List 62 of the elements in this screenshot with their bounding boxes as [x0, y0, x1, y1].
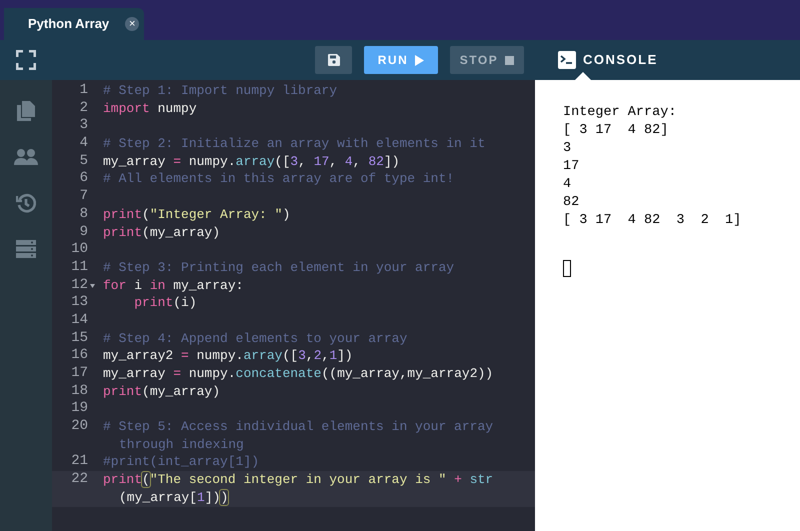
line-number: 22	[71, 471, 88, 488]
console-output-line: 82	[563, 194, 580, 212]
line-number: 6	[80, 170, 88, 186]
line-number: 2	[80, 100, 88, 116]
code-line: my_array = numpy.concatenate((my_array,my_array2))	[103, 365, 494, 383]
code-line: print("The second integer in your array is " + str	[103, 471, 494, 489]
stop-icon	[505, 56, 514, 64]
line-number: 4	[80, 135, 88, 152]
line-number: 16	[71, 347, 88, 364]
line-number: 20	[71, 418, 88, 434]
console-output-line: [ 3 17 4 82]	[563, 122, 670, 140]
line-number: 1	[80, 82, 88, 98]
code-line: # Step 4: Append elements to your array	[103, 330, 408, 348]
code-line: # Step 5: Access individual elements in your array	[103, 418, 494, 436]
terminal-icon	[558, 51, 576, 69]
line-number: 8	[80, 206, 88, 222]
documents-icon[interactable]	[17, 101, 35, 121]
code-line: print(my_array)	[103, 224, 220, 242]
close-tab-button[interactable]: ×	[125, 17, 140, 31]
line-number: 17	[71, 365, 88, 381]
code-line: import numpy	[103, 100, 197, 118]
fold-caret-icon[interactable]	[90, 284, 95, 288]
line-number: 5	[80, 152, 88, 169]
line-number: 18	[71, 382, 88, 399]
code-line: through indexing	[119, 436, 244, 454]
code-line: print(my_array)	[103, 382, 220, 400]
code-line: # All elements in this array are of type int!	[103, 170, 454, 188]
code-line: # Step 3: Printing each element in your array	[103, 258, 454, 277]
server-icon[interactable]	[16, 240, 36, 258]
line-number: 12	[71, 276, 88, 293]
console-output-line: [ 3 17 4 82 3 2 1]	[563, 212, 742, 230]
line-number: 7	[80, 188, 88, 204]
line-number: 19	[71, 400, 88, 416]
editor-tab[interactable]: Python Array ×	[4, 8, 144, 40]
console-output-line: Integer Array:	[563, 104, 678, 122]
code-line: # Step 1: Import numpy library	[103, 82, 338, 100]
line-number: 21	[71, 453, 88, 470]
history-icon[interactable]	[16, 193, 36, 213]
line-number: 15	[71, 330, 88, 346]
code-line: #print(int_array[1])	[103, 453, 260, 472]
line-number: 11	[71, 258, 88, 275]
people-icon[interactable]	[14, 149, 38, 165]
code-line: # Step 2: Initialize an array with elements in it	[103, 135, 486, 153]
line-number: 9	[80, 224, 88, 240]
console-output-line: 4	[563, 176, 572, 194]
fullscreen-icon[interactable]	[16, 50, 36, 70]
save-icon	[328, 54, 340, 66]
code-line: for i in my_array:	[103, 276, 244, 294]
code-line: my_array2 = numpy.array([3,2,1])	[103, 347, 353, 365]
line-number: 3	[80, 117, 88, 134]
console-tab[interactable]: CONSOLE	[583, 50, 658, 70]
code-line: my_array = numpy.array([3, 17, 4, 82])	[103, 152, 400, 170]
line-number: 10	[71, 241, 88, 258]
code-line: print("Integer Array: ")	[103, 206, 290, 224]
console-output-line: 17	[563, 158, 580, 176]
play-icon	[415, 54, 424, 66]
save-button[interactable]	[315, 46, 352, 74]
line-number: 14	[71, 312, 88, 328]
line-number: 13	[71, 294, 88, 310]
code-line: print(i)	[133, 294, 197, 312]
console-output-line: 3	[563, 140, 572, 158]
code-line: (my_array[1]))	[119, 488, 228, 506]
